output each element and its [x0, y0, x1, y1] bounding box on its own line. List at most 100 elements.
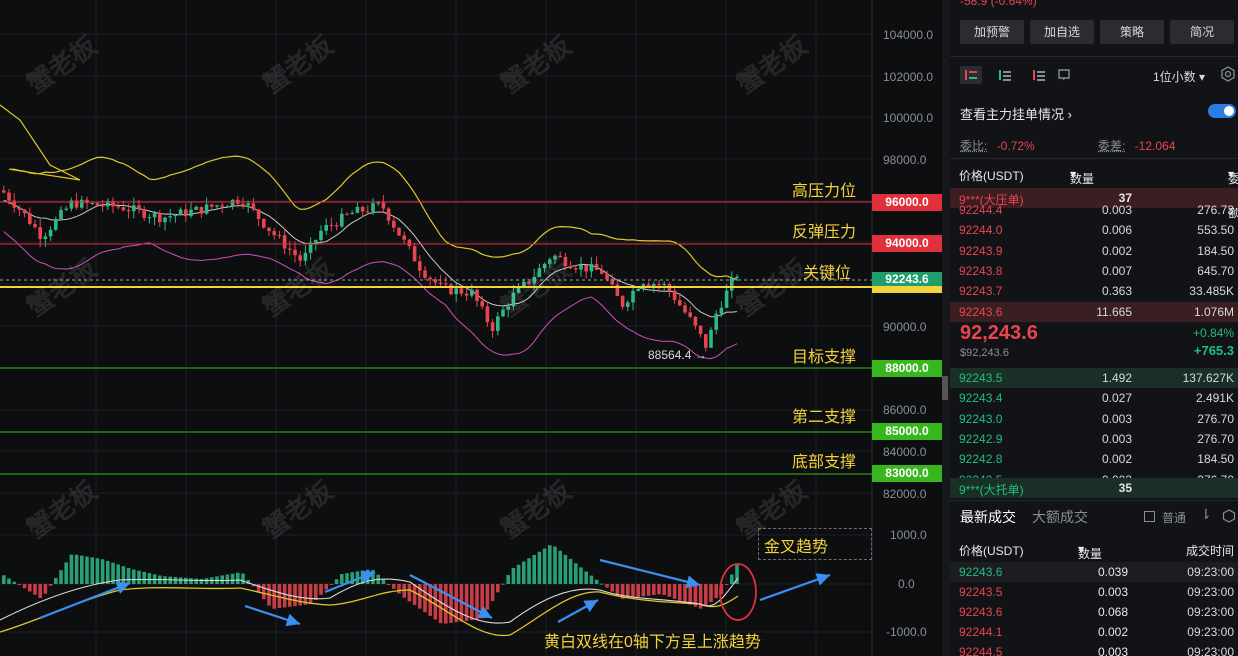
ask-row[interactable]: 92243.8 0.007 645.70: [950, 261, 1238, 281]
macd-note: 黄白双线在0轴下方呈上涨趋势: [544, 628, 761, 652]
macd-bar: [647, 584, 651, 596]
bid-row[interactable]: 92243.5 1.492 137.627K: [950, 368, 1238, 388]
macd-bar: [49, 584, 53, 586]
candle-body: [215, 205, 219, 206]
price-axis-label: 84000.0: [883, 445, 943, 459]
trend-arrow: [600, 560, 700, 585]
candle-body: [319, 231, 323, 240]
candle-body: [137, 205, 141, 209]
trades-layout-icon[interactable]: [1054, 66, 1076, 84]
trade-qty-sort[interactable]: 数量(BTC) ▾: [1078, 542, 1084, 556]
chart-area[interactable]: 104000.0102000.0100000.098000.092000.090…: [0, 0, 946, 656]
level-label-high-resistance: 高压力位: [792, 177, 856, 201]
qty-column-sort[interactable]: 数量 (BTC) ▾: [1070, 167, 1076, 181]
bid-price: 92243.5: [959, 371, 1002, 385]
trade-row[interactable]: 92244.1 0.002 09:23:00: [950, 622, 1238, 642]
candle-body: [350, 213, 354, 214]
macd-bar: [543, 549, 547, 585]
trade-row[interactable]: 92243.5 0.003 09:23:00: [950, 582, 1238, 602]
candle-body: [688, 312, 692, 316]
ask-qty: 0.006: [1102, 223, 1132, 237]
bid-row[interactable]: 92242.9 0.003 276.70: [950, 429, 1238, 449]
candle-body: [153, 213, 157, 217]
macd-bar: [449, 584, 453, 623]
tab-latest-trades[interactable]: 最新成交: [960, 507, 1016, 527]
macd-bar: [184, 578, 188, 584]
ask-price: 92244.4: [959, 203, 1002, 217]
trade-time: 09:23:00: [1187, 605, 1234, 619]
macd-bar: [709, 584, 713, 602]
layout-asks-icon[interactable]: [1028, 66, 1050, 84]
macd-bar: [444, 584, 448, 624]
bid-row[interactable]: 92243.0 0.003 276.70: [950, 409, 1238, 429]
big-bid-row[interactable]: 9***(大托单) 35: [950, 478, 1238, 498]
trade-row[interactable]: 92243.6 0.068 09:23:00: [950, 602, 1238, 622]
candle-body: [179, 209, 183, 215]
main-orders-toggle[interactable]: [1208, 104, 1236, 118]
macd-bar: [610, 584, 614, 592]
candle-body: [439, 283, 443, 284]
strategy-button[interactable]: 策略: [1100, 20, 1164, 44]
settings-icon[interactable]: [1222, 509, 1236, 523]
bid-row[interactable]: 92243.4 0.027 2.491K: [950, 388, 1238, 408]
overview-button[interactable]: 简况: [1170, 20, 1234, 44]
macd-bar: [574, 563, 578, 584]
macd-bar: [142, 572, 146, 584]
normal-checkbox[interactable]: [1144, 511, 1155, 522]
filter-icon[interactable]: ⇂: [1200, 506, 1212, 523]
macd-bar: [486, 584, 490, 610]
macd-axis-label: -1000.0: [886, 625, 946, 639]
candle-body: [605, 274, 609, 279]
main-orders-link[interactable]: 查看主力挂单情况 ›: [960, 104, 1072, 123]
candle-body: [267, 228, 271, 231]
macd-bar: [314, 584, 318, 600]
candle-body: [491, 322, 495, 331]
candle-body: [18, 208, 22, 210]
level-label-key: 关键位: [803, 259, 851, 283]
ask-row[interactable]: 92243.9 0.002 184.50: [950, 241, 1238, 261]
macd-bar: [688, 584, 692, 605]
bid-price: 92242.8: [959, 452, 1002, 466]
layout-bids-icon[interactable]: [994, 66, 1016, 84]
trade-time: 09:23:00: [1187, 645, 1234, 656]
ask-row[interactable]: 92244.4 0.003 276.73: [950, 200, 1238, 220]
macd-bar: [194, 579, 198, 584]
macd-bar: [148, 573, 152, 584]
precision-select[interactable]: 1位小数 ▾: [1153, 68, 1205, 85]
candle-body: [709, 330, 713, 348]
trade-row[interactable]: 92243.6 0.039 09:23:00: [950, 562, 1238, 582]
ask-row[interactable]: 92244.0 0.006 553.50: [950, 220, 1238, 240]
candle-body: [262, 219, 266, 228]
candle-body: [413, 246, 417, 261]
macd-bar: [23, 584, 27, 588]
trade-price: 92243.6: [959, 605, 1002, 619]
candle-body: [314, 240, 318, 242]
trade-row[interactable]: 92244.5 0.003 09:23:00: [950, 642, 1238, 656]
macd-bar: [678, 584, 682, 601]
macd-bar: [605, 584, 609, 588]
ask-total: 33.485K: [1189, 284, 1234, 298]
candle-body: [735, 277, 739, 278]
macd-bar: [340, 574, 344, 584]
bid-row[interactable]: 92242.8 0.002 184.50: [950, 449, 1238, 469]
settings-icon[interactable]: [1220, 66, 1236, 82]
price-axis-label: 100000.0: [883, 111, 943, 125]
add-watchlist-button[interactable]: 加自选: [1030, 20, 1094, 44]
candle-body: [205, 204, 209, 213]
ask-row[interactable]: 92243.7 0.363 33.485K: [950, 281, 1238, 301]
add-alert-button[interactable]: 加预警: [960, 20, 1024, 44]
bid-price: 92242.9: [959, 432, 1002, 446]
macd-bar: [413, 584, 417, 605]
ask-row[interactable]: 92243.6 11.665 1.076M: [950, 302, 1238, 322]
tab-big-trades[interactable]: 大额成交: [1032, 507, 1088, 527]
layout-both-icon[interactable]: [960, 66, 982, 84]
candle-body: [226, 206, 230, 207]
resize-handle[interactable]: [942, 376, 948, 400]
candle-body: [174, 215, 178, 216]
candle-body: [657, 284, 661, 285]
total-column-sort[interactable]: 委托额 ▾: [1228, 167, 1234, 181]
panel-divider[interactable]: [942, 0, 950, 656]
price-change-partial: -58.9 (-0.64%): [960, 0, 1037, 8]
candle-body: [127, 210, 131, 211]
price-axis-label: 102000.0: [883, 70, 943, 84]
